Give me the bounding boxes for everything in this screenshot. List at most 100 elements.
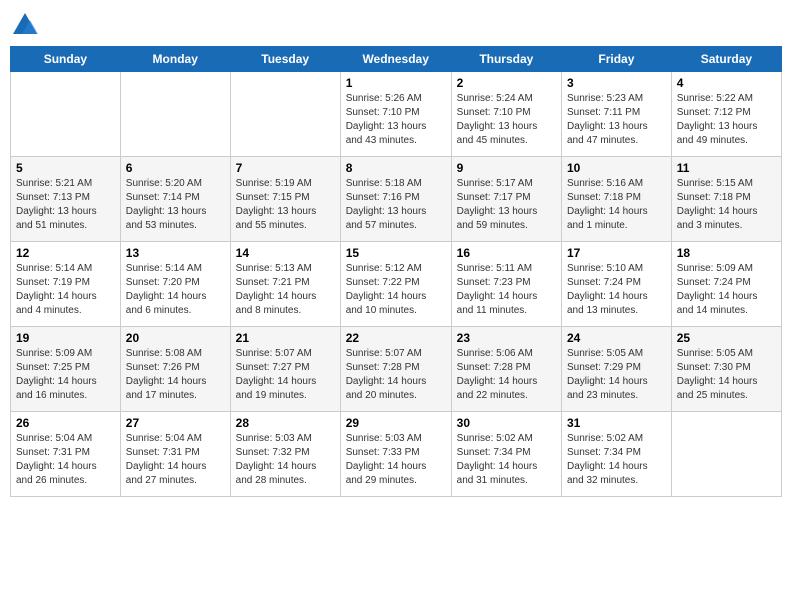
calendar-cell: 30 Sunrise: 5:02 AMSunset: 7:34 PMDayligh… (451, 412, 561, 497)
day-info: Sunrise: 5:06 AMSunset: 7:28 PMDaylight:… (457, 347, 556, 403)
day-info: Sunrise: 5:22 AMSunset: 7:12 PMDaylight:… (677, 92, 776, 148)
calendar-cell: 24Sunrise: 5:05 AMSunset: 7:29 PMDayligh… (561, 327, 671, 412)
calendar-cell: 22 Sunrise: 5:07 AMSunset: 7:28 PMDayligh… (340, 327, 451, 412)
day-number: 14 (236, 246, 335, 260)
day-number: 26 (16, 416, 115, 430)
calendar-cell: 17 Sunrise: 5:10 AMSunset: 7:24 PMDayligh… (561, 242, 671, 327)
day-number: 30 (457, 416, 556, 430)
day-info: Sunrise: 5:05 AMSunset: 7:30 PMDaylight:… (677, 347, 776, 403)
logo (10, 10, 44, 40)
day-number: 17 (567, 246, 666, 260)
calendar-cell: 9 Sunrise: 5:17 AMSunset: 7:17 PMDaylight… (451, 157, 561, 242)
page-header (10, 10, 782, 40)
calendar-cell: 10 Sunrise: 5:16 AMSunset: 7:18 PMDayligh… (561, 157, 671, 242)
day-info: Sunrise: 5:24 AMSunset: 7:10 PMDaylight:… (457, 92, 556, 148)
calendar-cell: 4 Sunrise: 5:22 AMSunset: 7:12 PMDaylight… (671, 72, 781, 157)
day-number: 7 (236, 161, 335, 175)
calendar-cell: 25 Sunrise: 5:05 AMSunset: 7:30 PMDayligh… (671, 327, 781, 412)
day-number: 3 (567, 76, 666, 90)
calendar-cell: 1 Sunrise: 5:26 AMSunset: 7:10 PMDaylight… (340, 72, 451, 157)
calendar-cell: 8 Sunrise: 5:18 AMSunset: 7:16 PMDaylight… (340, 157, 451, 242)
calendar-cell: 2 Sunrise: 5:24 AMSunset: 7:10 PMDaylight… (451, 72, 561, 157)
calendar-cell: 29 Sunrise: 5:03 AMSunset: 7:33 PMDayligh… (340, 412, 451, 497)
calendar-cell (671, 412, 781, 497)
day-info: Sunrise: 5:02 AMSunset: 7:34 PMDaylight:… (567, 432, 666, 488)
calendar-cell: 27Sunrise: 5:04 AMSunset: 7:31 PMDayligh… (120, 412, 230, 497)
calendar-cell: 11 Sunrise: 5:15 AMSunset: 7:18 PMDayligh… (671, 157, 781, 242)
day-number: 1 (346, 76, 446, 90)
day-number: 9 (457, 161, 556, 175)
day-info: Sunrise: 5:17 AMSunset: 7:17 PMDaylight:… (457, 177, 556, 233)
weekday-header: Wednesday (340, 47, 451, 72)
calendar-cell: 28 Sunrise: 5:03 AMSunset: 7:32 PMDayligh… (230, 412, 340, 497)
day-number: 23 (457, 331, 556, 345)
day-info: Sunrise: 5:21 AMSunset: 7:13 PMDaylight:… (16, 177, 115, 233)
calendar-cell: 31 Sunrise: 5:02 AMSunset: 7:34 PMDayligh… (561, 412, 671, 497)
day-number: 28 (236, 416, 335, 430)
weekday-header: Thursday (451, 47, 561, 72)
calendar-cell: 13 Sunrise: 5:14 AMSunset: 7:20 PMDayligh… (120, 242, 230, 327)
day-number: 25 (677, 331, 776, 345)
weekday-header: Monday (120, 47, 230, 72)
day-number: 11 (677, 161, 776, 175)
day-number: 13 (126, 246, 225, 260)
day-number: 12 (16, 246, 115, 260)
day-info: Sunrise: 5:10 AMSunset: 7:24 PMDaylight:… (567, 262, 666, 318)
day-info: Sunrise: 5:14 AMSunset: 7:20 PMDaylight:… (126, 262, 225, 318)
day-number: 19 (16, 331, 115, 345)
day-number: 6 (126, 161, 225, 175)
day-info: Sunrise: 5:09 AMSunset: 7:25 PMDaylight:… (16, 347, 115, 403)
day-info: Sunrise: 5:14 AMSunset: 7:19 PMDaylight:… (16, 262, 115, 318)
day-number: 10 (567, 161, 666, 175)
day-number: 2 (457, 76, 556, 90)
day-info: Sunrise: 5:16 AMSunset: 7:18 PMDaylight:… (567, 177, 666, 233)
day-number: 27 (126, 416, 225, 430)
calendar-cell (120, 72, 230, 157)
day-info: Sunrise: 5:12 AMSunset: 7:22 PMDaylight:… (346, 262, 446, 318)
day-info: Sunrise: 5:08 AMSunset: 7:26 PMDaylight:… (126, 347, 225, 403)
calendar-cell: 26 Sunrise: 5:04 AMSunset: 7:31 PMDayligh… (11, 412, 121, 497)
day-info: Sunrise: 5:18 AMSunset: 7:16 PMDaylight:… (346, 177, 446, 233)
day-info: Sunrise: 5:07 AMSunset: 7:27 PMDaylight:… (236, 347, 335, 403)
calendar-week-row: 5 Sunrise: 5:21 AMSunset: 7:13 PMDaylight… (11, 157, 782, 242)
day-number: 31 (567, 416, 666, 430)
day-info: Sunrise: 5:11 AMSunset: 7:23 PMDaylight:… (457, 262, 556, 318)
day-number: 16 (457, 246, 556, 260)
day-info: Sunrise: 5:09 AMSunset: 7:24 PMDaylight:… (677, 262, 776, 318)
weekday-header: Sunday (11, 47, 121, 72)
day-number: 4 (677, 76, 776, 90)
calendar-week-row: 19 Sunrise: 5:09 AMSunset: 7:25 PMDayligh… (11, 327, 782, 412)
day-info: Sunrise: 5:15 AMSunset: 7:18 PMDaylight:… (677, 177, 776, 233)
day-number: 29 (346, 416, 446, 430)
day-number: 5 (16, 161, 115, 175)
calendar-cell: 16 Sunrise: 5:11 AMSunset: 7:23 PMDayligh… (451, 242, 561, 327)
calendar-week-row: 26 Sunrise: 5:04 AMSunset: 7:31 PMDayligh… (11, 412, 782, 497)
calendar-table: SundayMondayTuesdayWednesdayThursdayFrid… (10, 46, 782, 497)
day-number: 22 (346, 331, 446, 345)
day-number: 8 (346, 161, 446, 175)
calendar-week-row: 1 Sunrise: 5:26 AMSunset: 7:10 PMDaylight… (11, 72, 782, 157)
weekday-header: Saturday (671, 47, 781, 72)
calendar-cell: 3 Sunrise: 5:23 AMSunset: 7:11 PMDaylight… (561, 72, 671, 157)
calendar-cell (230, 72, 340, 157)
day-info: Sunrise: 5:23 AMSunset: 7:11 PMDaylight:… (567, 92, 666, 148)
day-info: Sunrise: 5:03 AMSunset: 7:32 PMDaylight:… (236, 432, 335, 488)
day-number: 15 (346, 246, 446, 260)
day-info: Sunrise: 5:07 AMSunset: 7:28 PMDaylight:… (346, 347, 446, 403)
calendar-cell: 14Sunrise: 5:13 AMSunset: 7:21 PMDayligh… (230, 242, 340, 327)
calendar-cell: 19 Sunrise: 5:09 AMSunset: 7:25 PMDayligh… (11, 327, 121, 412)
day-info: Sunrise: 5:02 AMSunset: 7:34 PMDaylight:… (457, 432, 556, 488)
day-info: Sunrise: 5:19 AMSunset: 7:15 PMDaylight:… (236, 177, 335, 233)
calendar-cell: 21 Sunrise: 5:07 AMSunset: 7:27 PMDayligh… (230, 327, 340, 412)
day-info: Sunrise: 5:03 AMSunset: 7:33 PMDaylight:… (346, 432, 446, 488)
calendar-cell: 23 Sunrise: 5:06 AMSunset: 7:28 PMDayligh… (451, 327, 561, 412)
calendar-cell: 7 Sunrise: 5:19 AMSunset: 7:15 PMDaylight… (230, 157, 340, 242)
calendar-cell: 5 Sunrise: 5:21 AMSunset: 7:13 PMDaylight… (11, 157, 121, 242)
day-number: 21 (236, 331, 335, 345)
calendar-cell: 20Sunrise: 5:08 AMSunset: 7:26 PMDayligh… (120, 327, 230, 412)
day-info: Sunrise: 5:26 AMSunset: 7:10 PMDaylight:… (346, 92, 446, 148)
weekday-header: Tuesday (230, 47, 340, 72)
day-number: 18 (677, 246, 776, 260)
day-info: Sunrise: 5:04 AMSunset: 7:31 PMDaylight:… (16, 432, 115, 488)
calendar-cell: 18 Sunrise: 5:09 AMSunset: 7:24 PMDayligh… (671, 242, 781, 327)
